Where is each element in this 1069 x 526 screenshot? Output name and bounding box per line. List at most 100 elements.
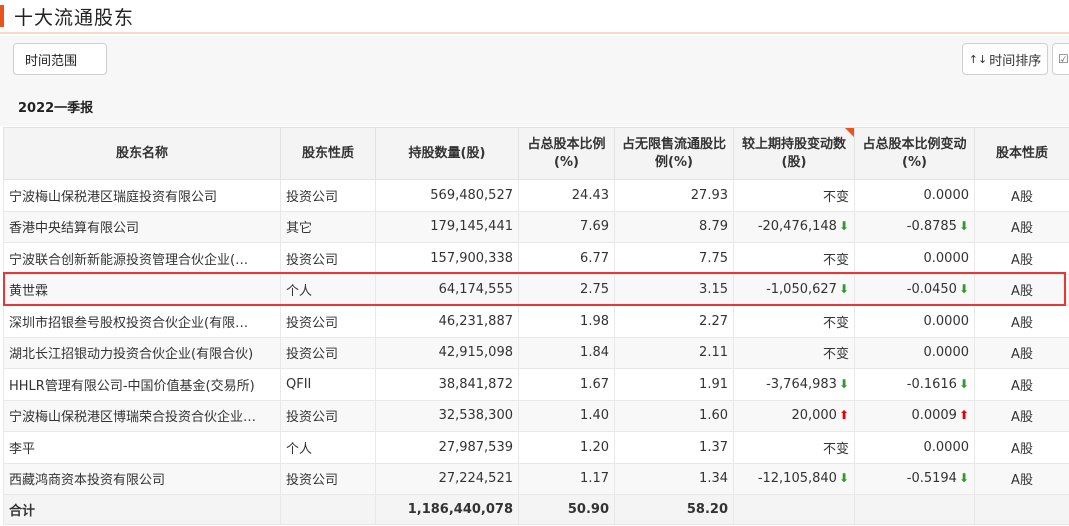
holder-name: 香港中央结算有限公司 — [3, 210, 281, 243]
time-range-button[interactable]: 时间范围 — [13, 43, 107, 75]
total-shares: 1,186,440,078 — [375, 494, 519, 525]
holder-name: 深圳市招银叁号股权投资合伙企业(有限… — [3, 305, 281, 338]
holder-name-value: 黄世霖 — [9, 284, 49, 300]
pct-change-value: -0.0450 — [906, 282, 957, 298]
shares-held: 38,841,872 — [375, 368, 519, 401]
section-title: 十大流通股东 — [14, 6, 135, 29]
col-header-pct-float[interactable]: 占无限售流通股比例(%) — [614, 127, 734, 180]
shares-held-value: 64,174,555 — [438, 282, 513, 298]
col-header-type[interactable]: 股东性质 — [280, 127, 376, 180]
share-change-value: 20,000 — [791, 408, 837, 424]
table-row[interactable]: 宁波联合创新新能源投资管理合伙企业(… 投资公司 157,900,338 6.77 7.… — [3, 242, 1069, 275]
total-row: 合计 1,186,440,078 50.90 58.20 — [3, 494, 1069, 525]
share-change-value: 不变 — [822, 252, 849, 268]
holder-name: 宁波梅山保税港区瑞庭投资有限公司 — [3, 179, 281, 212]
pct-change-value: -0.1616 — [906, 376, 957, 392]
holder-type: 投资公司 — [280, 399, 376, 432]
holder-type-value: 个人 — [286, 441, 313, 457]
holder-type: 投资公司 — [280, 242, 376, 275]
holder-type-value: 投资公司 — [286, 410, 339, 426]
col-header-name[interactable]: 股东名称 — [3, 127, 281, 180]
holder-name: 湖北长江招银动力投资合伙企业(有限合伙) — [3, 336, 281, 369]
pct-change: 0.0000 — [854, 305, 975, 338]
table-row[interactable]: 西藏鸿商资本投资有限公司 投资公司 27,224,521 1.17 1.34 -12,10… — [3, 462, 1069, 495]
share-type-value: A股 — [1011, 284, 1033, 300]
share-change: 不变 — [733, 336, 855, 369]
shares-held-value: 42,915,098 — [438, 345, 513, 361]
pct-float-value: 1.37 — [699, 439, 728, 455]
table-row[interactable]: HHLR管理有限公司-中国价值基金(交易所) QFII 38,841,872 1.67… — [3, 368, 1069, 401]
share-change: 不变 — [733, 431, 855, 464]
table-row[interactable]: 李平 个人 27,987,539 1.20 1.37 不变 0.0000 A股 — [3, 431, 1069, 464]
share-type-value: A股 — [1011, 347, 1033, 363]
total-pct-change-cell — [854, 494, 975, 525]
pct-float: 1.60 — [614, 399, 734, 432]
table-row[interactable]: 黄世霖 个人 64,174,555 2.75 3.15 -1,050,627 ⬇ -0.045… — [3, 273, 1069, 306]
shares-held-value: 27,987,539 — [438, 439, 513, 455]
share-change: -1,050,627 ⬇ — [733, 273, 855, 306]
col-header-pct-change[interactable]: 占总股本比例变动(%) — [854, 127, 975, 180]
shares-held-value: 157,900,338 — [430, 250, 513, 266]
time-sort-label: 时间排序 — [989, 53, 1042, 69]
table-row[interactable]: 宁波梅山保税港区博瑞荣合投资合伙企业… 投资公司 32,538,300 1.40 1.6… — [3, 399, 1069, 432]
share-type: A股 — [974, 462, 1069, 495]
pct-change: 0.0000 — [854, 242, 975, 275]
title-accent-bar — [0, 5, 4, 27]
table-row[interactable]: 湖北长江招银动力投资合伙企业(有限合伙) 投资公司 42,915,098 1.84 2.… — [3, 336, 1069, 369]
pct-change: -0.0450 ⬇ — [854, 273, 975, 306]
holder-type-value: 投资公司 — [286, 252, 339, 268]
arrow-up-icon: ⬆ — [958, 408, 969, 423]
time-range-label: 时间范围 — [25, 53, 78, 69]
table-row[interactable]: 香港中央结算有限公司 其它 179,145,441 7.69 8.79 -20,476,1… — [3, 210, 1069, 243]
pct-total: 2.75 — [518, 273, 615, 306]
col-header-change[interactable]: 较上期持股变动数(股) — [733, 127, 855, 180]
holder-name: 李平 — [3, 431, 281, 464]
holder-name: 宁波梅山保税港区博瑞荣合投资合伙企业… — [3, 399, 281, 432]
share-type: A股 — [974, 242, 1069, 275]
pct-change-value: 0.0000 — [923, 345, 970, 361]
holder-type-value: 个人 — [286, 284, 313, 300]
pct-total: 1.67 — [518, 368, 615, 401]
share-change: 20,000 ⬆ — [733, 399, 855, 432]
pct-change-value: 0.0009 — [911, 408, 957, 424]
pct-total: 1.17 — [518, 462, 615, 495]
pct-total: 24.43 — [518, 179, 615, 212]
arrow-down-icon: ⬇ — [958, 376, 969, 391]
holder-type: 投资公司 — [280, 305, 376, 338]
share-type: A股 — [974, 368, 1069, 401]
col-header-shares[interactable]: 持股数量(股) — [375, 127, 519, 180]
table-row[interactable]: 宁波梅山保税港区瑞庭投资有限公司 投资公司 569,480,527 24.43 27.9… — [3, 179, 1069, 212]
holder-type: 投资公司 — [280, 336, 376, 369]
share-type: A股 — [974, 399, 1069, 432]
pct-total: 1.40 — [518, 399, 615, 432]
table-row[interactable]: 深圳市招银叁号股权投资合伙企业(有限… 投资公司 46,231,887 1.98 2.2… — [3, 305, 1069, 338]
time-sort-button[interactable]: ↑↓ 时间排序 — [962, 43, 1048, 75]
pct-total-value: 2.75 — [580, 282, 609, 298]
pct-total-value: 1.98 — [580, 313, 609, 329]
pct-total-value: 6.77 — [580, 250, 609, 266]
holder-type-value: 投资公司 — [286, 189, 339, 205]
holder-type-value: 投资公司 — [286, 347, 339, 363]
export-button[interactable]: ☑ — [1052, 43, 1069, 75]
share-change-value: -20,476,148 — [757, 219, 837, 235]
total-pct-float: 58.20 — [614, 494, 734, 525]
share-change: 不变 — [733, 242, 855, 275]
holder-type: 个人 — [280, 431, 376, 464]
pct-float-value: 3.15 — [699, 282, 728, 298]
period-row: 2022一季报 — [0, 86, 1069, 126]
pct-float: 3.15 — [614, 273, 734, 306]
holder-name-value: 深圳市招银叁号股权投资合伙企业(有限… — [9, 315, 249, 331]
pct-total-value: 1.67 — [580, 376, 609, 392]
shares-held: 179,145,441 — [375, 210, 519, 243]
col-header-share-type[interactable]: 股本性质 — [974, 127, 1069, 180]
total-label: 合计 — [3, 494, 281, 525]
pct-float: 1.34 — [614, 462, 734, 495]
col-header-pct-total[interactable]: 占总股本比例(%) — [518, 127, 615, 180]
pct-change: 0.0000 — [854, 431, 975, 464]
toolbar: 时间范围 ↑↓ 时间排序 ☑ — [0, 36, 1069, 86]
pct-total: 7.69 — [518, 210, 615, 243]
shares-held: 46,231,887 — [375, 305, 519, 338]
share-type-value: A股 — [1011, 189, 1033, 205]
share-type-value: A股 — [1011, 410, 1033, 426]
total-share-type-cell — [974, 494, 1069, 525]
